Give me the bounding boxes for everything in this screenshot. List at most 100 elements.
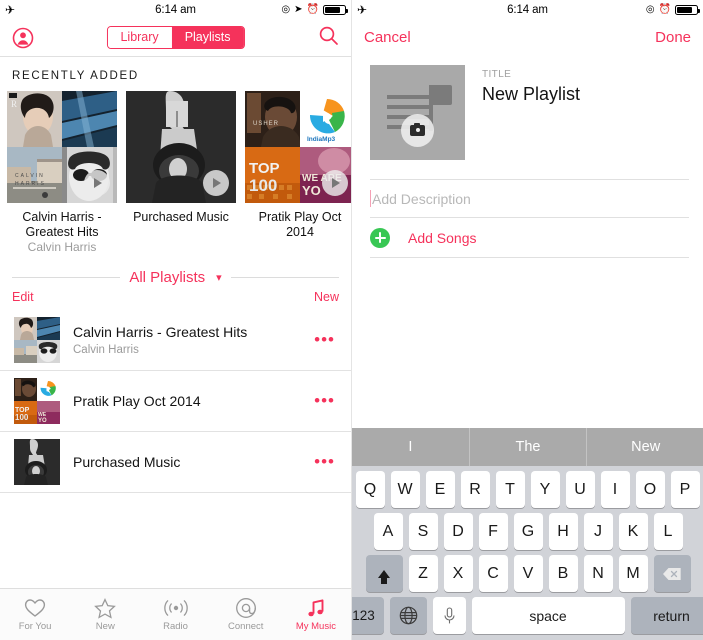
svg-text:YO: YO [302,183,321,198]
tab-label: Connect [228,621,264,632]
key-n[interactable]: N [583,555,613,592]
music-app-playlists-screen: ✈ 6:14 am ◎ ➤ ⏰ Library Playlists RECENT… [0,0,351,640]
status-bar-right: ✈ 6:14 am ◎ ⏰ [352,0,703,19]
tab-label: For You [18,621,52,632]
recently-added-tile[interactable]: USHER IndiaMp3 TOP 100 WE YO Pratik Play… [245,91,351,255]
more-options-button[interactable]: ••• [314,453,339,470]
camera-icon[interactable] [401,114,434,147]
account-circle-icon[interactable] [12,27,34,49]
suggestion-1[interactable]: The [470,428,588,466]
key-l[interactable]: L [653,513,683,550]
key-t[interactable]: T [495,471,525,508]
globe-icon[interactable] [389,597,427,634]
chevron-down-icon[interactable]: ▾ [216,271,222,284]
numbers-key[interactable]: 123 [352,597,384,634]
key-k[interactable]: K [618,513,648,550]
thumb-cell [37,317,60,340]
tab-radio[interactable]: Radio [140,597,210,632]
key-i[interactable]: I [600,471,630,508]
key-p[interactable]: P [670,471,700,508]
backspace-icon[interactable] [653,555,691,592]
key-q[interactable]: Q [355,471,385,508]
playlist-row[interactable]: Purchased Music ••• [0,432,351,493]
key-x[interactable]: X [443,555,473,592]
all-playlists-label[interactable]: All Playlists [129,269,205,286]
more-options-button[interactable]: ••• [314,331,339,348]
done-button[interactable]: Done [655,29,691,46]
microphone-icon[interactable] [432,597,466,634]
key-g[interactable]: G [513,513,543,550]
segment-library[interactable]: Library [107,27,172,48]
key-o[interactable]: O [635,471,665,508]
key-v[interactable]: V [513,555,543,592]
tile-subtitle: Calvin Harris [27,240,97,254]
divider-left [12,276,121,278]
tab-for-you[interactable]: For You [0,597,70,632]
key-s[interactable]: S [408,513,438,550]
playlist-row[interactable]: Calvin Harris - Greatest Hits Calvin Har… [0,310,351,371]
return-key[interactable]: return [630,597,703,634]
key-r[interactable]: R [460,471,490,508]
playlist-artwork-placeholder[interactable] [370,65,465,160]
key-j[interactable]: J [583,513,613,550]
play-button[interactable] [84,170,110,196]
shift-icon[interactable] [365,555,403,592]
more-options-button[interactable]: ••• [314,392,339,409]
album-art-grid: USHER IndiaMp3 TOP 100 WE YO [245,91,351,203]
album-art-cell: USHER [245,91,300,147]
play-button[interactable] [322,170,348,196]
playlist-thumbnail [14,317,60,363]
recently-added-tile[interactable]: Purchased Music [126,91,236,255]
add-songs-row[interactable]: Add Songs [370,218,689,258]
segment-playlists[interactable]: Playlists [171,27,244,48]
thumb-cell [14,317,37,340]
new-playlist-button[interactable]: New [314,290,339,304]
key-b[interactable]: B [548,555,578,592]
plus-circle-icon[interactable] [370,227,390,248]
playlist-text: Calvin Harris - Greatest Hits Calvin Har… [73,323,314,358]
battery-icon [323,4,348,15]
description-field-row[interactable]: Add Description [370,179,689,218]
tab-connect[interactable]: Connect [211,597,281,632]
tab-label: New [95,621,115,632]
onscreen-keyboard: I The New Q W E R T Y U I O P A S D F G … [352,428,703,640]
playlist-title-input[interactable]: New Playlist [482,84,580,105]
key-d[interactable]: D [443,513,473,550]
thumb-cell [14,378,37,401]
key-c[interactable]: C [478,555,508,592]
key-e[interactable]: E [425,471,455,508]
cancel-button[interactable]: Cancel [364,29,411,46]
key-y[interactable]: Y [530,471,560,508]
edit-button[interactable]: Edit [12,290,34,304]
album-art-cell: IndiaMp3 [300,91,351,147]
key-f[interactable]: F [478,513,508,550]
key-z[interactable]: Z [408,555,438,592]
tab-my-music[interactable]: My Music [281,597,351,632]
tab-label: My Music [295,621,336,632]
all-playlists-header[interactable]: All Playlists ▾ [0,269,351,286]
key-m[interactable]: M [618,555,648,592]
playlist-row[interactable]: TOP 100 WE YO Pratik Play Oct 2014 ••• [0,371,351,432]
recently-added-heading: RECENTLY ADDED [12,70,139,82]
svg-text:IndiaMp3: IndiaMp3 [307,136,336,143]
add-songs-label[interactable]: Add Songs [408,230,477,246]
star-icon [70,597,140,619]
tab-new[interactable]: New [70,597,140,632]
suggestion-2[interactable]: New [587,428,703,466]
key-h[interactable]: H [548,513,578,550]
svg-text:HARRIS: HARRIS [15,181,46,187]
svg-text:USHER: USHER [253,121,279,127]
search-icon[interactable] [318,25,339,51]
key-u[interactable]: U [565,471,595,508]
key-w[interactable]: W [390,471,420,508]
space-key[interactable]: space [471,597,625,634]
library-playlists-segmented-control[interactable]: Library Playlists [106,26,245,49]
recently-added-tile[interactable]: R CALVIN HARRIS Calvin Harris - Greatest… [7,91,117,255]
suggestion-0[interactable]: I [352,428,470,466]
key-a[interactable]: A [373,513,403,550]
description-input[interactable]: Add Description [372,191,471,207]
play-button[interactable] [203,170,229,196]
autocorrect-suggestion-bar: I The New [352,428,703,466]
svg-text:TOP: TOP [249,160,280,177]
svg-text:100: 100 [15,413,29,422]
